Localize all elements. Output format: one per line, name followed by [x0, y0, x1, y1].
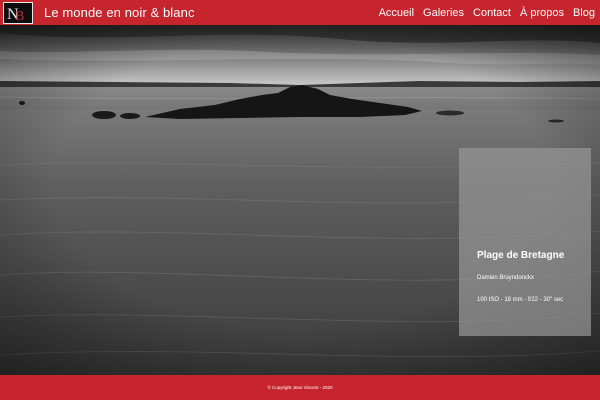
- site-footer: © Copyright Jean Vincent - 2020: [0, 375, 600, 400]
- nav-item-galeries[interactable]: Galeries: [423, 7, 464, 19]
- nav-item-blog[interactable]: Blog: [573, 7, 595, 19]
- photo-author: Damien Bruyndonckx: [477, 275, 535, 281]
- site-header: N B Le monde en noir & blanc Accueil Gal…: [0, 0, 600, 25]
- svg-text:B: B: [15, 9, 24, 23]
- copyright-text: © Copyright Jean Vincent - 2020: [267, 385, 333, 390]
- monogram-logo-icon[interactable]: N B: [3, 2, 33, 24]
- main-nav: Accueil Galeries Contact À propos Blog: [379, 7, 595, 19]
- nav-item-a-propos[interactable]: À propos: [520, 7, 564, 19]
- nav-item-accueil[interactable]: Accueil: [379, 7, 414, 19]
- photo-exif: 100 ISO - 18 mm - f/22 - 30" sec: [477, 297, 564, 303]
- photo-title: Plage de Bretagne: [477, 250, 565, 261]
- hero-photo: Plage de Bretagne Damien Bruyndonckx 100…: [0, 25, 600, 375]
- photo-info-card: Plage de Bretagne Damien Bruyndonckx 100…: [459, 148, 591, 336]
- nav-item-contact[interactable]: Contact: [473, 7, 511, 19]
- site-title[interactable]: Le monde en noir & blanc: [44, 5, 195, 20]
